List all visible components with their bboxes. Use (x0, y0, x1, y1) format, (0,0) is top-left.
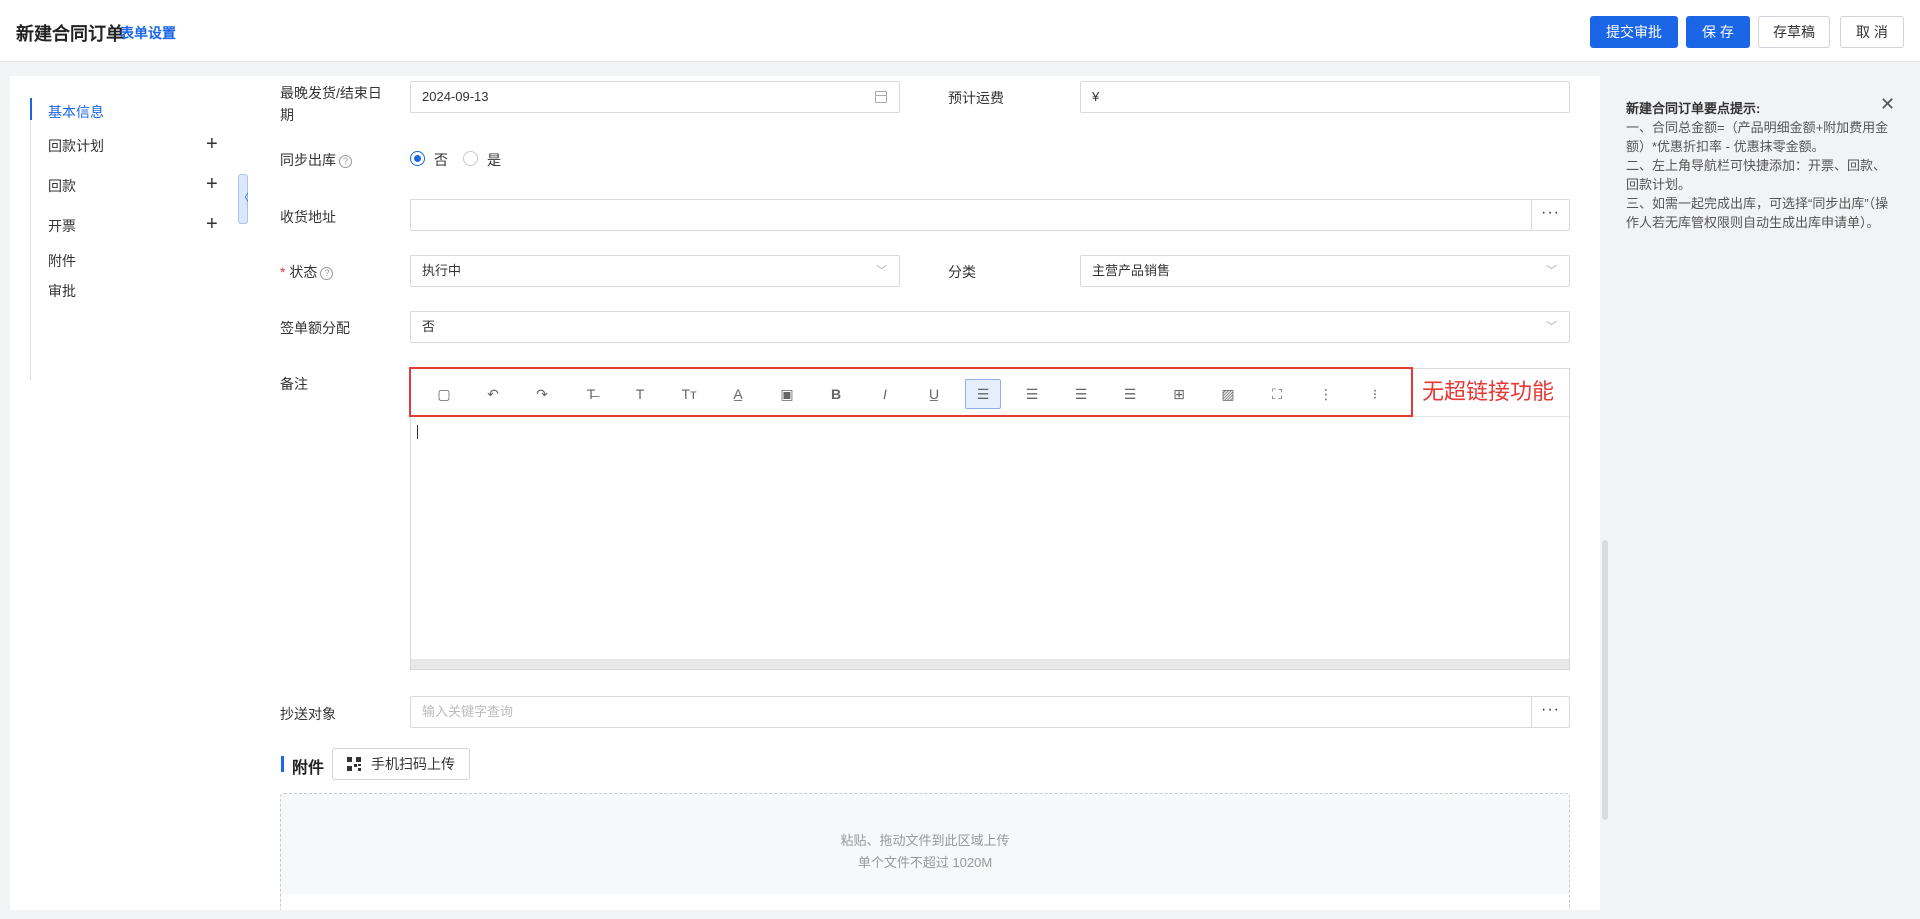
redo-icon[interactable]: ↷ (524, 379, 560, 409)
calendar-icon[interactable] (875, 91, 887, 103)
add-payment-plan-icon[interactable]: + (206, 134, 218, 154)
status-value: 执行中 (422, 263, 462, 278)
cancel-button[interactable]: 取 消 (1840, 16, 1904, 48)
align-center-icon[interactable]: ☰ (1014, 379, 1050, 409)
underline-icon[interactable]: U̲ (916, 379, 952, 409)
tip-line: 二、左上角导航栏可快捷添加：开票、回款、回款计划。 (1626, 158, 1887, 192)
cc-more-button[interactable]: ··· (1531, 697, 1569, 727)
sync-outbound-label-text: 同步出库 (280, 152, 336, 168)
latest-date-field[interactable]: 2024-09-13 (410, 81, 900, 113)
nav-item-payment[interactable]: 回款 (48, 176, 76, 196)
freight-input[interactable]: ¥ (1080, 81, 1570, 113)
help-icon[interactable]: ? (320, 267, 334, 280)
address-label: 收货地址 (280, 209, 336, 225)
help-icon[interactable]: ? (339, 155, 352, 168)
sync-outbound-no-label[interactable]: 否 (434, 150, 448, 170)
save-button[interactable]: 保 存 (1686, 16, 1750, 48)
ordered-list-icon[interactable]: ⋮ (1308, 379, 1344, 409)
cc-label: 抄送对象 (280, 706, 336, 722)
annotation-no-hyperlink: 无超链接功能 (1422, 380, 1555, 405)
remarks-label: 备注 (280, 376, 308, 392)
font-size-icon[interactable]: Tт (671, 379, 707, 409)
page-header: 新建合同订单 表单设置 提交审批 保 存 存草稿 取 消 (0, 0, 1920, 62)
tip-line: 三、如需一起完成出库，可选择“同步出库”（操作人若无库管权限则自动生成出库申请单… (1626, 196, 1889, 230)
align-left-icon[interactable]: ☰ (965, 379, 1001, 409)
status-label-text: 状态 (289, 264, 318, 280)
collapse-nav-handle[interactable]: 〈 (238, 174, 249, 224)
currency-symbol: ¥ (1092, 89, 1100, 104)
dropzone-hint: 粘贴、拖动文件到此区域上传 (840, 833, 1010, 848)
save-draft-button[interactable]: 存草稿 (1758, 16, 1830, 48)
justify-icon[interactable]: ☰ (1112, 379, 1148, 409)
amount-split-value: 否 (422, 319, 436, 334)
freight-label: 预计运费 (948, 90, 1004, 106)
editor-resize-bar[interactable] (411, 659, 1569, 669)
table-icon[interactable]: ⊞ (1161, 379, 1197, 409)
nav-item-approval[interactable]: 审批 (48, 281, 76, 301)
editor-content-area[interactable] (411, 418, 1569, 659)
cc-input[interactable]: 输入关键字查询 ··· (410, 696, 1570, 728)
dropzone-size-limit: 单个文件不超过 1020M (857, 855, 993, 870)
remarks-rich-editor: ▢ ↶ ↷ T̶ T Tт A̲ ▣ B I U̲ ☰ ☰ ☰ ☰ ⊞ ▨ ⛶ … (410, 368, 1570, 670)
tips-panel: 新建合同订单要点提示: ✕ 一、合同总金额=（产品明细金额+附加费用金额）*优惠… (1610, 76, 1920, 910)
sync-outbound-no-radio[interactable] (410, 151, 425, 166)
amount-split-select[interactable]: 否 ﹀ (410, 311, 1570, 343)
align-right-icon[interactable]: ☰ (1063, 379, 1099, 409)
chevron-down-icon: ﹀ (1546, 265, 1557, 277)
address-input[interactable]: ··· (410, 199, 1570, 231)
status-label: * 状态? (280, 262, 334, 282)
address-more-button[interactable]: ··· (1531, 200, 1569, 230)
page-title: 新建合同订单 (16, 24, 124, 44)
qr-code-icon (347, 757, 361, 771)
form-main: 最晚发货/结束日期 2024-09-13 预计运费 ¥ 同步出库? 否 是 收货… (248, 76, 1600, 910)
status-select[interactable]: 执行中 ﹀ (410, 255, 900, 287)
dropzone-footer (281, 894, 1569, 910)
undo-icon[interactable]: ↶ (475, 379, 511, 409)
section-nav: 基本信息 回款计划 + 回款 + 开票 + 附件 审批 (10, 76, 248, 910)
chevron-down-icon: ﹀ (876, 265, 887, 277)
page-scrollbar[interactable] (1602, 540, 1608, 820)
form-settings-link[interactable]: 表单设置 (120, 23, 176, 43)
italic-icon[interactable]: I (867, 379, 903, 409)
template-icon[interactable]: ▢ (426, 379, 462, 409)
category-select[interactable]: 主营产品销售 ﹀ (1080, 255, 1570, 287)
submit-approval-button[interactable]: 提交审批 (1590, 16, 1678, 48)
tips-title: 新建合同订单要点提示: (1626, 101, 1761, 116)
nav-active-indicator (30, 98, 32, 120)
nav-track (30, 98, 31, 380)
cc-placeholder: 输入关键字查询 (422, 704, 514, 719)
nav-item-basic-info[interactable]: 基本信息 (48, 102, 104, 122)
category-value: 主营产品销售 (1092, 263, 1171, 278)
latest-date-value: 2024-09-13 (422, 89, 489, 104)
close-icon[interactable]: ✕ (1880, 94, 1895, 115)
category-label: 分类 (948, 264, 976, 280)
add-invoice-icon[interactable]: + (206, 214, 218, 234)
sync-outbound-yes-radio[interactable] (463, 151, 478, 166)
nav-item-attachments[interactable]: 附件 (48, 251, 76, 271)
add-payment-icon[interactable]: + (206, 174, 218, 194)
strikethrough-icon[interactable]: T̶ (573, 379, 609, 409)
sync-outbound-label: 同步出库? (280, 150, 352, 170)
upload-dropzone[interactable]: 粘贴、拖动文件到此区域上传 单个文件不超过 1020M (280, 793, 1570, 910)
section-marker (281, 756, 284, 772)
background-color-icon[interactable]: ▣ (769, 379, 805, 409)
tip-line: 一、合同总金额=（产品明细金额+附加费用金额）*优惠折扣率 - 优惠抹零金额。 (1626, 120, 1889, 154)
scan-upload-button[interactable]: 手机扫码上传 (332, 748, 470, 780)
bullet-list-icon[interactable]: ⁝ (1357, 379, 1393, 409)
fullscreen-icon[interactable]: ⛶ (1259, 379, 1295, 409)
scan-upload-label: 手机扫码上传 (371, 756, 455, 772)
nav-item-invoice[interactable]: 开票 (48, 216, 76, 236)
required-marker: * (280, 264, 286, 280)
image-icon[interactable]: ▨ (1210, 379, 1246, 409)
font-color-icon[interactable]: A̲ (720, 379, 756, 409)
bold-icon[interactable]: B (818, 379, 854, 409)
latest-date-label: 最晚发货/结束日期 (280, 85, 382, 123)
editor-toolbar: ▢ ↶ ↷ T̶ T Tт A̲ ▣ B I U̲ ☰ ☰ ☰ ☰ ⊞ ▨ ⛶ … (411, 369, 1569, 417)
amount-split-label: 签单额分配 (280, 320, 350, 336)
attachments-section-title: 附件 (292, 760, 325, 777)
sync-outbound-yes-label[interactable]: 是 (487, 150, 501, 170)
nav-item-payment-plan[interactable]: 回款计划 (48, 136, 104, 156)
chevron-down-icon: ﹀ (1546, 321, 1557, 333)
heading-icon[interactable]: T (622, 379, 658, 409)
